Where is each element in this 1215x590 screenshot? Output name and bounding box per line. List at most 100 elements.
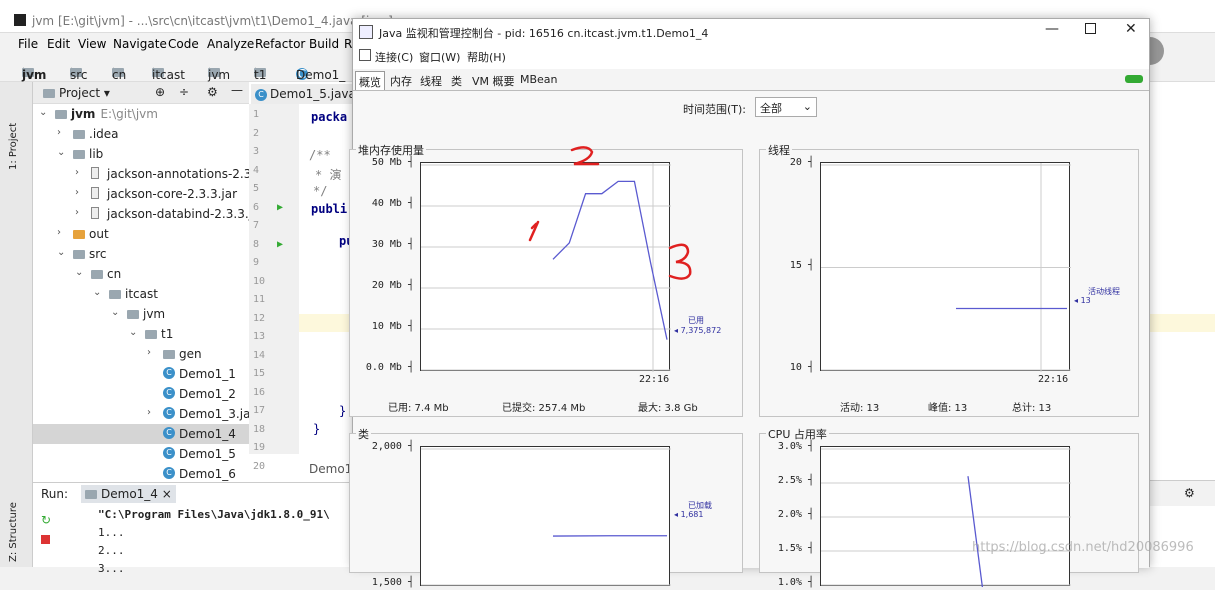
- folder-icon: [73, 150, 85, 159]
- collapse-icon[interactable]: ÷: [179, 85, 189, 99]
- chevron-down-icon[interactable]: ⌄: [93, 287, 101, 298]
- line-number: 16: [253, 387, 265, 398]
- handwritten-number-2: [572, 147, 598, 164]
- tab-classes[interactable]: 类: [448, 71, 465, 90]
- chevron-down-icon[interactable]: ⌄: [57, 147, 65, 158]
- y-tick-label: 0.0 Mb ┤: [350, 362, 414, 373]
- tree-item[interactable]: ›.idea: [33, 124, 249, 144]
- close-button[interactable]: ✕: [1125, 21, 1137, 37]
- code-line: */: [313, 184, 327, 198]
- tree-item[interactable]: ⌄jvmE:\git\jvm: [33, 104, 249, 124]
- chevron-right-icon[interactable]: ›: [75, 207, 79, 218]
- tree-item[interactable]: ›jackson-core-2.3.3.jar: [33, 184, 249, 204]
- current-line-highlight: [1150, 314, 1215, 332]
- chevron-down-icon[interactable]: ⌄: [57, 247, 65, 258]
- tree-item[interactable]: CDemo1_2: [33, 384, 249, 404]
- tree-item[interactable]: CDemo1_4: [33, 424, 249, 444]
- chevron-down-icon[interactable]: ⌄: [39, 107, 47, 118]
- stop-icon[interactable]: [41, 535, 50, 544]
- run-gutter-icon[interactable]: ▶: [277, 202, 283, 213]
- breadcrumb-src[interactable]: src ›: [70, 63, 75, 77]
- menu-help[interactable]: 帮助(H): [467, 49, 506, 65]
- tree-item[interactable]: ⌄src: [33, 244, 249, 264]
- gear-icon[interactable]: ⚙: [1184, 486, 1195, 500]
- tree-item[interactable]: › gen: [33, 344, 249, 364]
- tab-mbean[interactable]: MBean: [517, 71, 561, 90]
- chevron-right-icon[interactable]: ›: [147, 347, 151, 358]
- tree-item[interactable]: C Demo1_5: [33, 444, 249, 464]
- tree-item[interactable]: ⌄jvm: [33, 304, 249, 324]
- breadcrumb-jvm2[interactable]: jvm ›: [208, 63, 213, 77]
- menu-view[interactable]: View: [78, 37, 106, 51]
- chevron-down-icon[interactable]: ⌄: [111, 307, 119, 318]
- code-area[interactable]: packa/*** 演*/publipu}}: [299, 104, 354, 454]
- line-number: 5: [253, 183, 259, 194]
- menu-navigate[interactable]: Navigate: [113, 37, 167, 51]
- tree-item-label: gen: [179, 347, 202, 361]
- chevron-right-icon[interactable]: ›: [147, 407, 151, 418]
- breadcrumb-t1[interactable]: t1 ›: [254, 63, 259, 77]
- tree-item[interactable]: ⌄itcast: [33, 284, 249, 304]
- cpu-chart: [821, 447, 1071, 587]
- menu-connection[interactable]: 连接(C): [375, 49, 413, 65]
- minimize-button[interactable]: —: [1045, 21, 1059, 37]
- tree-item-label: Demo1_5: [179, 447, 236, 461]
- menu-file[interactable]: File: [18, 37, 38, 51]
- chevron-right-icon[interactable]: ›: [75, 167, 79, 178]
- menu-analyze[interactable]: Analyze: [207, 37, 254, 51]
- maximize-button[interactable]: [1085, 23, 1096, 34]
- menu-refactor[interactable]: Refactor: [255, 37, 305, 51]
- menu-window[interactable]: 窗口(W): [419, 49, 460, 65]
- chevron-right-icon[interactable]: ›: [57, 227, 61, 238]
- jconsole-tab-bar: 概览 内存 线程 类 VM 概要 MBean: [353, 69, 1149, 91]
- hide-icon[interactable]: —: [231, 83, 243, 97]
- tree-item[interactable]: ›CDemo1_3.java: [33, 404, 249, 424]
- tree-item[interactable]: ›jackson-databind-2.3.3.jar: [33, 204, 249, 224]
- tree-item[interactable]: ⌄cn: [33, 264, 249, 284]
- run-tab[interactable]: Demo1_4 ×: [81, 485, 176, 503]
- tree-item[interactable]: ⌄t1: [33, 324, 249, 344]
- chevron-right-icon[interactable]: ›: [75, 187, 79, 198]
- classes-panel: 类 2,000 ┤1,500 ┤ 已加载 ◂ 1,681: [349, 433, 743, 573]
- tree-item[interactable]: CDemo1_1: [33, 364, 249, 384]
- gear-icon[interactable]: ⚙: [207, 85, 218, 99]
- tree-item[interactable]: ›jackson-annotations-2.3.3.jar: [33, 164, 249, 184]
- rerun-icon[interactable]: ↻: [41, 513, 51, 527]
- chevron-down-icon[interactable]: ⌄: [75, 267, 83, 278]
- tab-demo1-5[interactable]: CDemo1_5.java: [251, 84, 354, 104]
- legend-value: ◂ 7,375,872: [674, 326, 721, 335]
- tree-item-label: Demo1_4: [179, 427, 236, 441]
- tab-vm-summary[interactable]: VM 概要: [469, 71, 518, 90]
- chevron-down-icon[interactable]: ⌄: [129, 327, 137, 338]
- project-tool-tab[interactable]: 1: Project: [8, 90, 19, 170]
- tree-item[interactable]: CDemo1_6: [33, 464, 249, 484]
- breadcrumb-jvm[interactable]: jvm ›: [22, 63, 27, 77]
- time-range-select[interactable]: 全部⌄: [755, 97, 817, 117]
- tab-overview[interactable]: 概览: [355, 71, 385, 90]
- class-icon: C: [163, 387, 175, 399]
- run-gutter-icon[interactable]: ▶: [277, 239, 283, 250]
- line-number: 14: [253, 350, 265, 361]
- class-icon: C: [163, 447, 175, 459]
- legend-value: ◂ 13: [1074, 296, 1091, 305]
- locate-icon[interactable]: ⊕: [155, 85, 165, 99]
- y-tick-label: 40 Mb ┤: [350, 198, 414, 209]
- menu-code[interactable]: Code: [168, 37, 199, 51]
- tab-threads[interactable]: 线程: [417, 71, 445, 90]
- project-tree: ⌄jvmE:\git\jvm›.idea⌄lib›jackson-annotat…: [33, 104, 249, 484]
- breadcrumb-cn[interactable]: cn ›: [112, 63, 117, 77]
- tree-item[interactable]: ⌄lib: [33, 144, 249, 164]
- project-view-selector[interactable]: Project ▾: [43, 86, 110, 100]
- chevron-right-icon[interactable]: ›: [57, 127, 61, 138]
- menu-edit[interactable]: Edit: [47, 37, 70, 51]
- run-config-icon: [85, 490, 97, 499]
- breadcrumb-itcast[interactable]: itcast ›: [152, 63, 157, 77]
- jar-icon: [91, 187, 99, 199]
- line-number: 6: [253, 202, 259, 213]
- tree-item[interactable]: ›out: [33, 224, 249, 244]
- threads-plot: [820, 162, 1070, 371]
- tree-item-path: E:\git\jvm: [100, 107, 158, 121]
- structure-tool-tab[interactable]: Z: Structure: [8, 502, 19, 562]
- menu-build[interactable]: Build: [309, 37, 339, 51]
- tab-memory[interactable]: 内存: [387, 71, 415, 90]
